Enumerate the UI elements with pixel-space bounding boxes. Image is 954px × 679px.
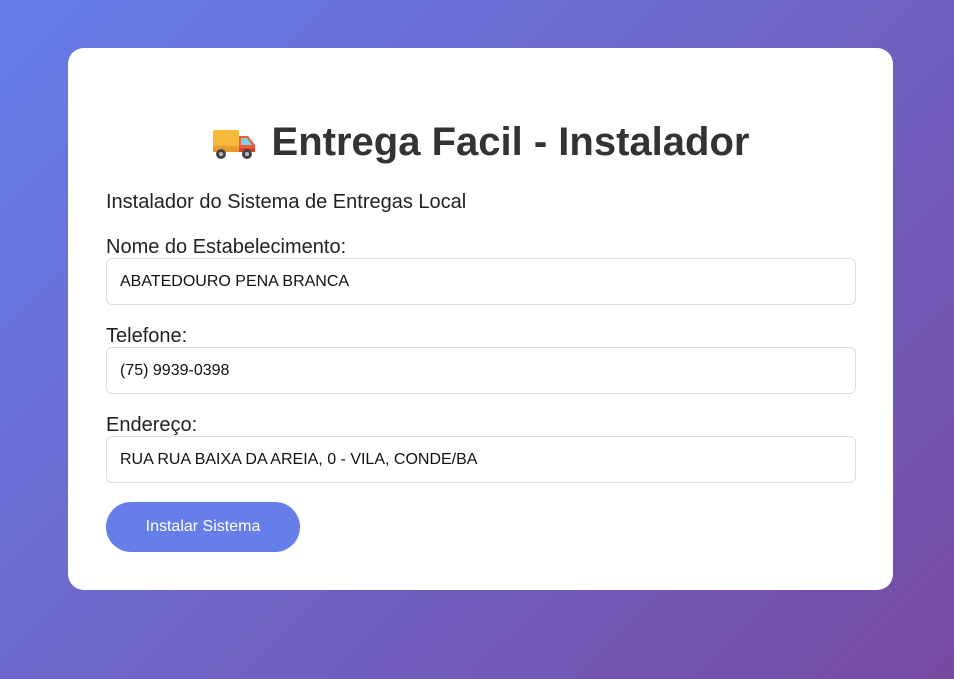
- address-label: Endereço:: [106, 414, 198, 436]
- title-text: Entrega Facil - Instalador: [271, 120, 750, 164]
- business-name-input[interactable]: [106, 258, 856, 305]
- address-input[interactable]: [106, 436, 856, 483]
- phone-field: Telefone:: [106, 325, 856, 394]
- installer-card: Entrega Facil - Instalador Instalador do…: [68, 48, 893, 590]
- subtitle: Instalador do Sistema de Entregas Local: [106, 191, 467, 213]
- page-title: Entrega Facil - Instalador: [212, 120, 750, 164]
- phone-input[interactable]: [106, 347, 856, 394]
- install-system-button[interactable]: Instalar Sistema: [106, 502, 300, 552]
- address-field: Endereço:: [106, 414, 856, 483]
- delivery-truck-icon: [212, 130, 255, 159]
- business-name-field: Nome do Estabelecimento:: [106, 236, 856, 305]
- title-row: Entrega Facil - Instalador: [68, 120, 893, 164]
- business-name-label: Nome do Estabelecimento:: [106, 236, 347, 258]
- phone-label: Telefone:: [106, 325, 188, 347]
